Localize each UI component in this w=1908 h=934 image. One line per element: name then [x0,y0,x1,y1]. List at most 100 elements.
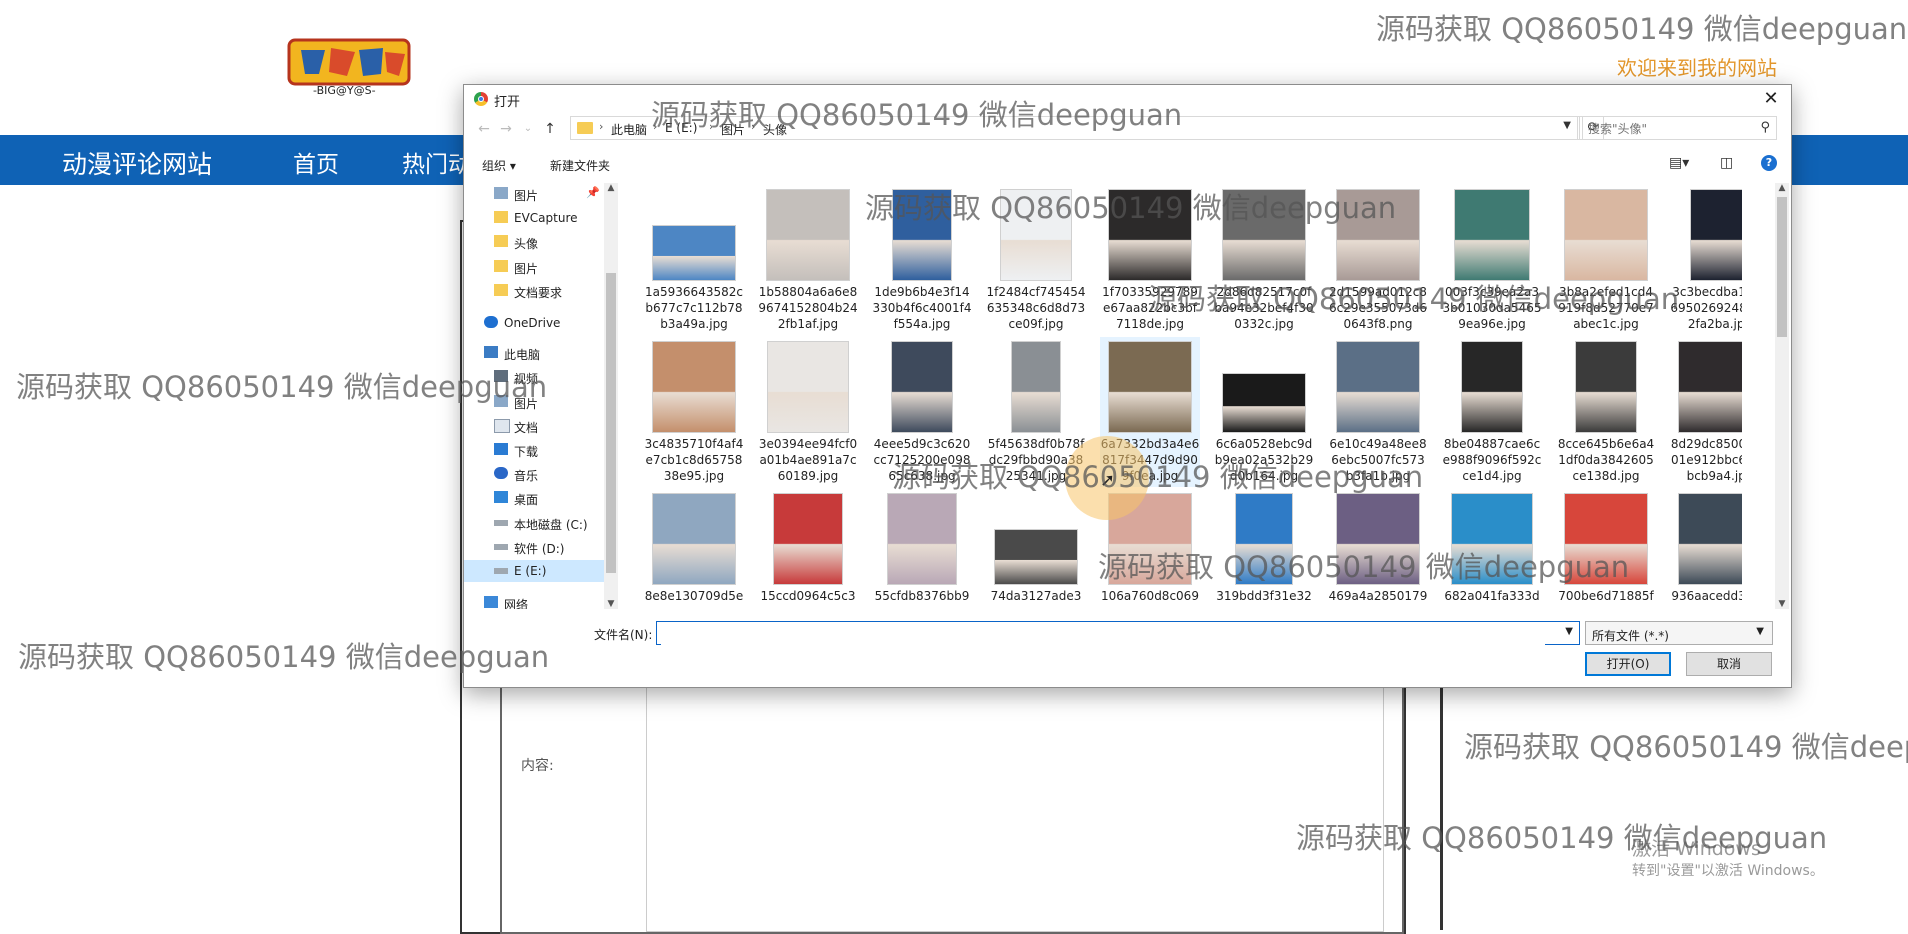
logo-text: -BIG@Y@S- [313,84,376,97]
file-tile[interactable]: 936aacedd3827 [1670,489,1742,609]
file-name: 1f70335929789e67aa822bc3bf7118de.jpg [1102,285,1198,331]
file-tile[interactable]: 1f70335929789e67aa822bc3bf7118de.jpg [1100,185,1200,335]
file-tile[interactable]: 003f3c39ea2a33b01030da54659ea96e.jpg [1442,185,1542,335]
nav-item-6[interactable]: 此电脑 [464,342,604,364]
file-tile[interactable]: 6c6a0528ebc9db9ea02a532b29d0b164.jpg [1214,337,1314,487]
file-tile[interactable]: 15ccd0964c5c3 [758,489,858,609]
file-tile[interactable]: 1b58804a6a6e89674152804b242fb1af.jpg [758,185,858,335]
file-thumbnail [1461,341,1523,433]
file-tile[interactable]: 700be6d71885f [1556,489,1656,609]
file-name: 8be04887cae6ce988f9096f592cce1d4.jpg [1442,437,1542,483]
nav-item-0[interactable]: 图片 📌 [464,183,604,205]
file-tile[interactable]: 8cce645b6e6a41df0da3842605ce138d.jpg [1556,337,1656,487]
chevron-down-icon[interactable]: ▼ [1565,626,1573,637]
nav-item-16[interactable]: 网络 [464,592,604,609]
dialog-titlebar[interactable]: 打开 ✕ [464,85,1791,113]
filename-field[interactable]: ▼ [656,621,1580,645]
view-options-icon[interactable]: ▤▾ [1669,155,1689,171]
organize-button[interactable]: 组织 ▾ [482,157,516,174]
close-button[interactable]: ✕ [1757,85,1785,113]
file-tile[interactable]: 1f2484cf745454635348c6d8d73ce09f.jpg [986,185,1086,335]
new-folder-button[interactable]: 新建文件夹 [550,157,610,174]
file-tile[interactable]: 3b8a2efed1cd4919f8d52770e7abec1c.jpg [1556,185,1656,335]
file-tile[interactable]: 8e8e130709d5e [644,489,744,609]
nav-item-5[interactable]: OneDrive [464,312,604,334]
address-bar-row: ← → ⌄ ↑ › 此电脑 › E (E:) › 图片 › 头像 ▼ ⟳ ⚲ [464,116,1791,142]
file-tile[interactable]: 1a5936643582cb677c7c112b78b3a49a.jpg [644,185,744,335]
file-tile[interactable]: 2d1599ad012c86c29e355073d60643f8.png [1328,185,1428,335]
forward-arrow-icon[interactable]: → [496,119,516,139]
nav-item-1[interactable]: EVCapture [464,207,604,229]
nav-item-11[interactable]: 音乐 [464,463,604,485]
site-brand[interactable]: 动漫评论网站 [62,145,212,181]
recent-dropdown-icon[interactable]: ⌄ [518,119,538,139]
file-thumbnail [1000,189,1072,281]
open-button[interactable]: 打开(O) [1585,652,1671,676]
nav-item-8[interactable]: 图片 [464,391,604,413]
nav-item-15[interactable]: E (E:) [464,560,604,582]
cancel-button[interactable]: 取消 [1686,652,1772,676]
file-tile[interactable]: 469a4a2850179 [1328,489,1428,609]
file-tile[interactable]: 3c4835710f4af4e7cb1c8d6575838e95.jpg [644,337,744,487]
file-tile[interactable]: 1de9b6b4e3f14330b4f6c4001f4f554a.jpg [872,185,972,335]
file-tile[interactable]: 6e10c49a48ee86ebc5007fc573b3fa1b.jpg [1328,337,1428,487]
nav-item-3[interactable]: 图片 [464,256,604,278]
file-tile[interactable]: 319bdd3f31e32 [1214,489,1314,609]
file-tile[interactable]: 3c3becdba1c636950269248371 2fa2ba.jpg [1670,185,1742,335]
nav-item-12[interactable]: 桌面 [464,487,604,509]
preview-pane-icon[interactable]: ◫ [1720,155,1733,171]
nav-item-4[interactable]: 文档要求 [464,280,604,302]
nav-item-10[interactable]: 下载 [464,439,604,461]
nav-item-14[interactable]: 软件 (D:) [464,536,604,558]
nav-item-label: 音乐 [514,469,539,484]
file-thumbnail [652,225,736,281]
file-name: 1a5936643582cb677c7c112b78b3a49a.jpg [645,285,743,331]
folder-icon [494,259,508,272]
breadcrumb-avatars[interactable]: 头像 [763,121,787,138]
chevron-right-icon: › [751,120,756,133]
file-name: 74da3127ade3 [990,589,1082,603]
file-thumbnail [892,189,952,281]
search-box[interactable]: ⚲ [1577,116,1777,140]
breadcrumb-pictures[interactable]: 图片 [721,121,745,138]
nav-item-label: 图片 [514,189,539,203]
nav-item-2[interactable]: 头像 [464,231,604,253]
file-name: 469a4a2850179 [1328,589,1428,603]
nav-scrollbar[interactable]: ▲ ▼ [604,183,618,609]
file-tile[interactable]: 3e0394ee94fcf0a01b4ae891a7c60189.jpg [758,337,858,487]
file-tile[interactable]: 4eee5d9c3c620cc7125200e09865c638.jpg [872,337,972,487]
folder-icon [577,122,593,134]
nav-popular[interactable]: 热门动 [402,145,471,179]
nav-item-9[interactable]: 文档 [464,415,604,437]
pin-icon: 📌 [586,186,600,199]
back-arrow-icon[interactable]: ← [474,119,494,139]
search-input[interactable] [1586,121,1750,137]
file-tile[interactable]: 682a041fa333d [1442,489,1542,609]
file-tile[interactable]: 74da3127ade3 [986,489,1086,609]
file-name: 3e0394ee94fcf0a01b4ae891a7c60189.jpg [758,437,858,483]
breadcrumb-drive-e[interactable]: E (E:) [665,121,697,135]
file-thumbnail [1108,341,1192,433]
file-scrollbar[interactable]: ▲ ▼ [1775,183,1789,609]
nav-home[interactable]: 首页 [293,145,339,187]
address-bar[interactable]: › 此电脑 › E (E:) › 图片 › 头像 ▼ [570,116,1580,140]
breadcrumb-this-pc[interactable]: 此电脑 [611,121,647,138]
file-name: 319bdd3f31e32 [1216,589,1312,603]
folder-icon [494,235,508,248]
file-tile[interactable]: 8be04887cae6ce988f9096f592cce1d4.jpg [1442,337,1542,487]
chevron-down-icon[interactable]: ▼ [1563,120,1571,131]
up-arrow-icon[interactable]: ↑ [540,119,560,139]
nav-item-label: 文档 [514,420,539,435]
filename-input[interactable] [661,623,1545,645]
help-icon[interactable]: ? [1761,155,1777,171]
file-name: 15ccd0964c5c3 [760,589,856,603]
file-tile[interactable]: 8d29dc850072b01e912bbc6d17bcb9a4.jpg [1670,337,1742,487]
filetype-select[interactable]: 所有文件 (*.*) ▼ [1585,621,1773,645]
nav-item-7[interactable]: 视频 [464,366,604,388]
videos-icon [494,370,508,383]
nav-item-13[interactable]: 本地磁盘 (C:) [464,512,604,534]
file-thumbnail [773,493,843,585]
nav-item-label: 头像 [514,237,539,252]
file-tile[interactable]: 55cfdb8376bb9 [872,489,972,609]
file-tile[interactable]: 2d86d82517c0fba94e32bef4f300332c.jpg [1214,185,1314,335]
